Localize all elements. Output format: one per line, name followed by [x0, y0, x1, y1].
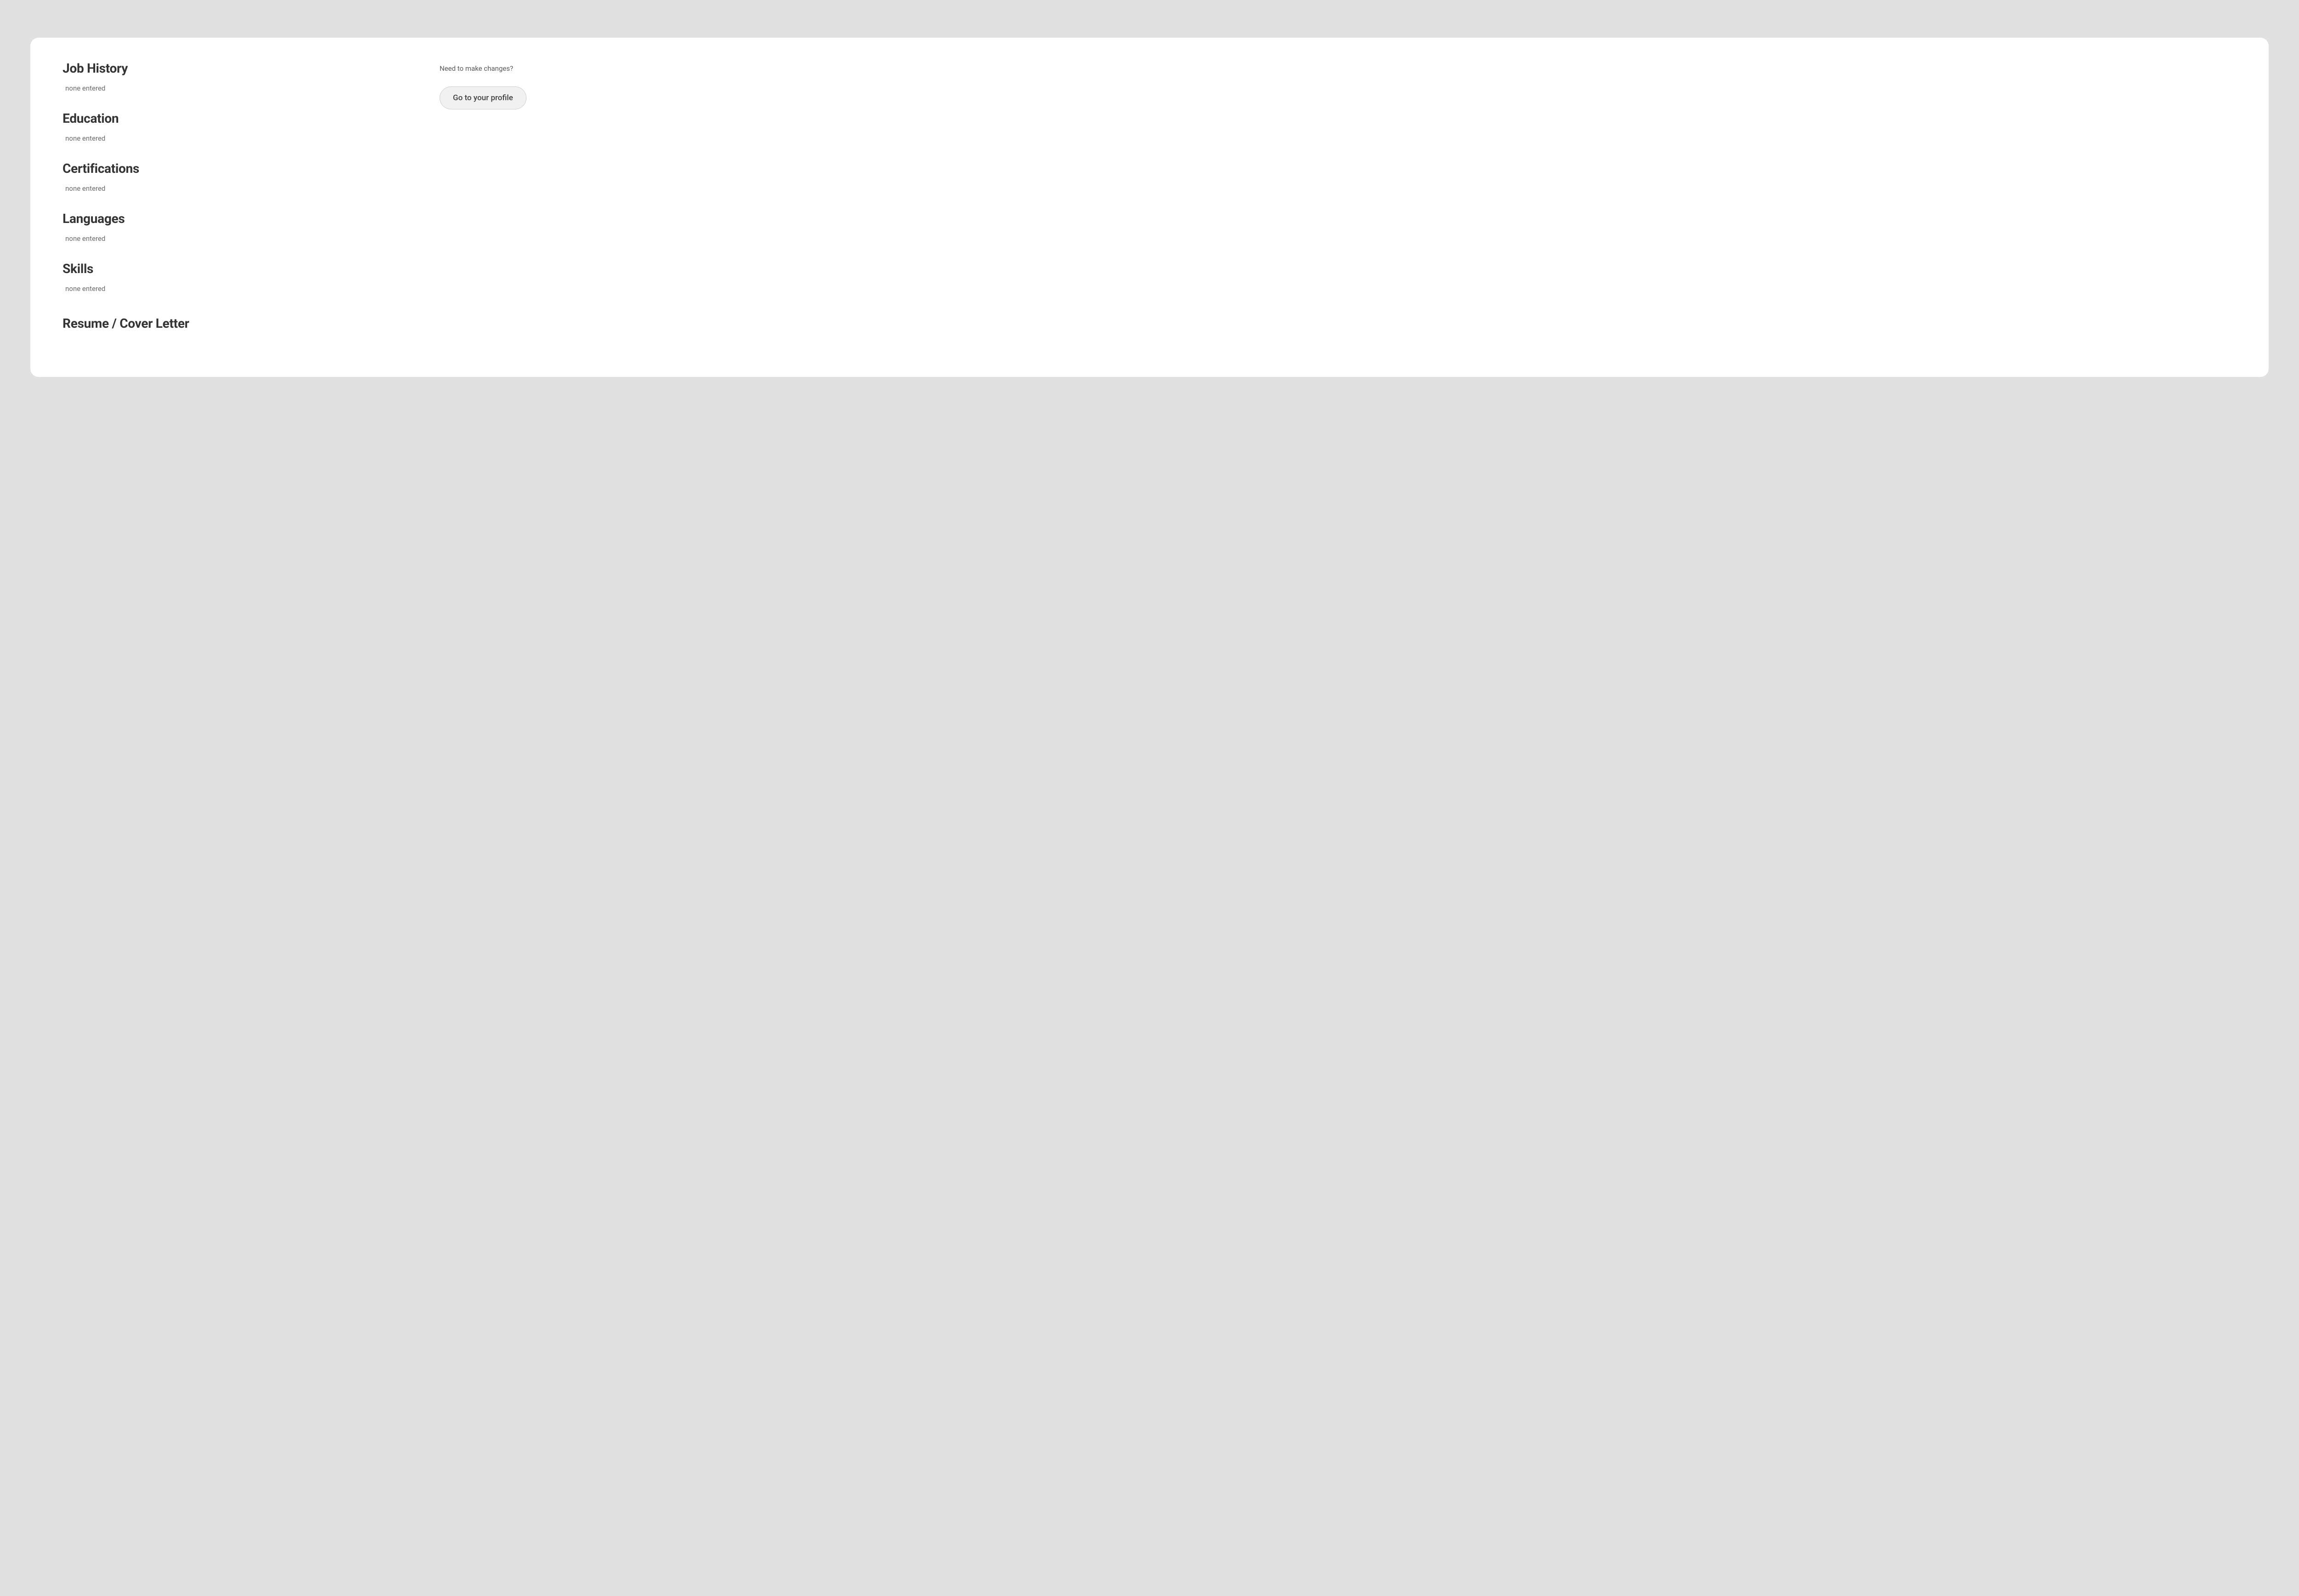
heading-languages: Languages: [63, 211, 412, 226]
go-to-profile-button[interactable]: Go to your profile: [440, 86, 526, 109]
empty-job-history: none entered: [63, 84, 412, 92]
main-column: Job History none entered Education none …: [63, 61, 412, 349]
empty-education: none entered: [63, 134, 412, 142]
heading-education: Education: [63, 111, 412, 126]
changes-prompt: Need to make changes?: [440, 64, 578, 73]
heading-skills: Skills: [63, 261, 412, 276]
empty-certifications: none entered: [63, 184, 412, 193]
heading-certifications: Certifications: [63, 161, 412, 176]
section-education: Education none entered: [63, 111, 412, 142]
side-column: Need to make changes? Go to your profile: [440, 61, 578, 349]
empty-languages: none entered: [63, 234, 412, 243]
heading-resume-cover-letter: Resume / Cover Letter: [63, 316, 412, 331]
section-job-history: Job History none entered: [63, 61, 412, 92]
section-skills: Skills none entered: [63, 261, 412, 293]
profile-summary-card: Job History none entered Education none …: [30, 38, 2269, 377]
heading-job-history: Job History: [63, 61, 412, 76]
empty-skills: none entered: [63, 285, 412, 293]
section-languages: Languages none entered: [63, 211, 412, 243]
section-resume-cover-letter: Resume / Cover Letter: [63, 316, 412, 331]
section-certifications: Certifications none entered: [63, 161, 412, 193]
